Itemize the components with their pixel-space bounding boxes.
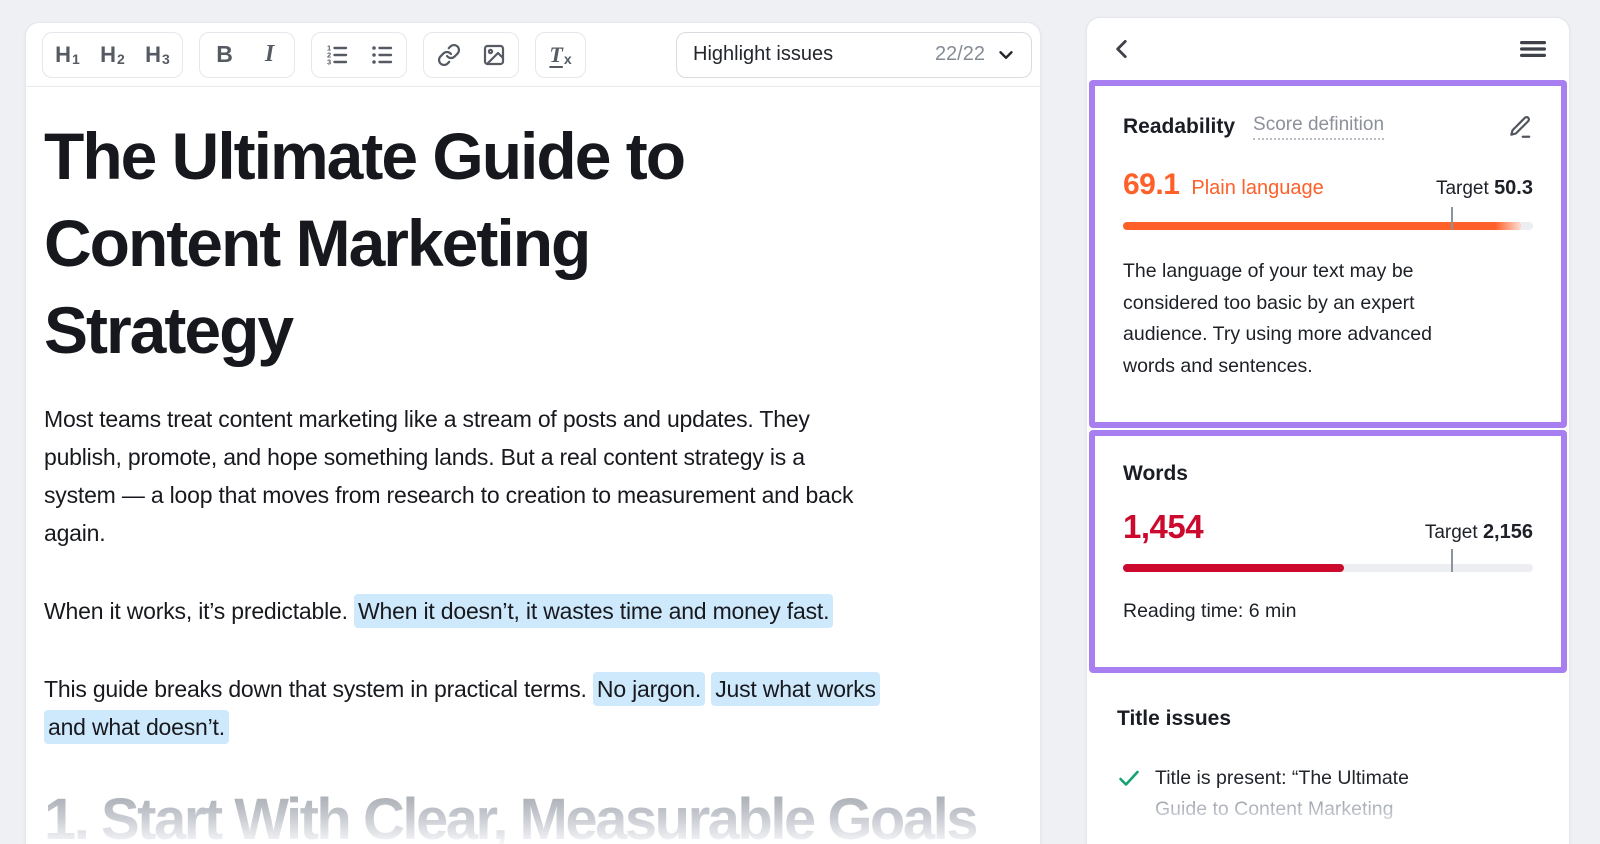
words-title: Words <box>1123 462 1188 485</box>
h2-button[interactable]: H2 <box>90 35 135 75</box>
issue-text-line2: Guide to Content Marketing <box>1155 794 1409 825</box>
words-target-value: 2,156 <box>1482 521 1533 543</box>
words-card: Words 1,454 Target 2,156 Reading time: 6… <box>1089 430 1567 673</box>
issues-count-badge: 22/22 <box>934 43 985 65</box>
clear-format-group: Tx <box>535 31 586 78</box>
readability-score: 69.1 <box>1123 168 1180 201</box>
highlight-issues-label: Highlight issues <box>693 43 834 65</box>
italic-button[interactable]: I <box>247 35 292 75</box>
title-issue-item[interactable]: Title is present: “The Ultimate Guide to… <box>1117 763 1539 825</box>
word-count: 1,454 <box>1123 508 1204 545</box>
heading-button-group: H1 H2 H3 <box>42 31 183 78</box>
paragraph-2: When it works, it’s predictable. When it… <box>44 592 1022 630</box>
words-target-label: Target <box>1424 522 1478 543</box>
document-editing-area[interactable]: The Ultimate Guide to Content Marketing … <box>26 87 1040 844</box>
highlighted-issue-text[interactable]: No jargon. <box>592 672 706 707</box>
check-icon <box>1119 770 1139 786</box>
highlight-issues-dropdown[interactable]: Highlight issues 22/22 <box>676 31 1032 78</box>
score-definition-link[interactable]: Score definition <box>1253 114 1385 140</box>
readability-progress-fill <box>1123 222 1521 230</box>
bold-button[interactable]: B <box>202 35 247 75</box>
link-icon <box>437 43 460 66</box>
h3-button[interactable]: H3 <box>135 35 180 75</box>
editor-card: H1 H2 H3 B I 1 2 3 T x Highlight issues … <box>25 22 1041 844</box>
words-target-marker <box>1451 549 1453 572</box>
chevron-down-icon <box>999 50 1013 59</box>
title-issues-heading: Title issues <box>1117 707 1232 730</box>
section-heading-cutoff: 1. Start With Clear, Measurable Goals <box>44 786 1022 844</box>
reading-time: Reading time: 6 min <box>1123 600 1297 622</box>
ordered-list-button[interactable]: 1 2 3 <box>314 35 359 75</box>
editor-toolbar: H1 H2 H3 B I 1 2 3 T x Highlight issues … <box>26 23 1040 87</box>
clear-formatting-button[interactable]: Tx <box>538 35 583 75</box>
link-button[interactable] <box>426 35 471 75</box>
readability-target-marker <box>1451 207 1453 230</box>
highlighted-issue-text[interactable]: When it doesn’t, it wastes time and mone… <box>354 594 834 629</box>
image-icon <box>483 44 504 65</box>
list-button-group: 1 2 3 <box>311 31 407 78</box>
title-issues-section: Title issues Title is present: “The Ulti… <box>1087 675 1569 825</box>
readability-target-label: Target <box>1435 178 1489 199</box>
edit-pencil-icon[interactable] <box>1507 114 1533 140</box>
panel-header <box>1087 18 1569 80</box>
bullet-list-button[interactable] <box>359 35 404 75</box>
readability-title: Readability <box>1123 115 1236 138</box>
chevron-left-icon <box>1116 40 1127 58</box>
image-button[interactable] <box>471 35 516 75</box>
highlighted-issue-text[interactable]: and what doesn’t. <box>44 710 229 745</box>
insert-button-group <box>423 31 519 78</box>
document-title: The Ultimate Guide to Content Marketing … <box>44 119 686 368</box>
readability-score-label: Plain language <box>1191 177 1324 199</box>
readability-description: The language of your text may be conside… <box>1123 260 1432 377</box>
menu-button[interactable] <box>1519 37 1547 61</box>
paragraph-3: This guide breaks down that system in pr… <box>44 670 1022 746</box>
readability-progress-bar <box>1123 207 1533 230</box>
readability-target-value: 50.3 <box>1494 177 1533 199</box>
seo-assistant-panel: Readability Score definition 69.1 Plain … <box>1086 17 1570 844</box>
back-button[interactable] <box>1109 36 1135 62</box>
bullet-list-icon <box>371 45 392 64</box>
h1-button[interactable]: H1 <box>45 35 90 75</box>
format-button-group: B I <box>199 31 295 78</box>
hamburger-menu-icon <box>1520 41 1546 57</box>
issue-text-line1: Title is present: “The Ultimate <box>1155 767 1409 789</box>
words-progress-fill <box>1123 564 1345 572</box>
readability-card: Readability Score definition 69.1 Plain … <box>1089 80 1567 428</box>
paragraph-1: Most teams treat content marketing like … <box>44 406 854 547</box>
ordered-list-icon: 1 2 3 <box>327 43 347 66</box>
highlighted-issue-text[interactable]: Just what works <box>711 672 880 707</box>
svg-text:3: 3 <box>327 57 331 66</box>
words-progress-bar <box>1123 549 1533 572</box>
